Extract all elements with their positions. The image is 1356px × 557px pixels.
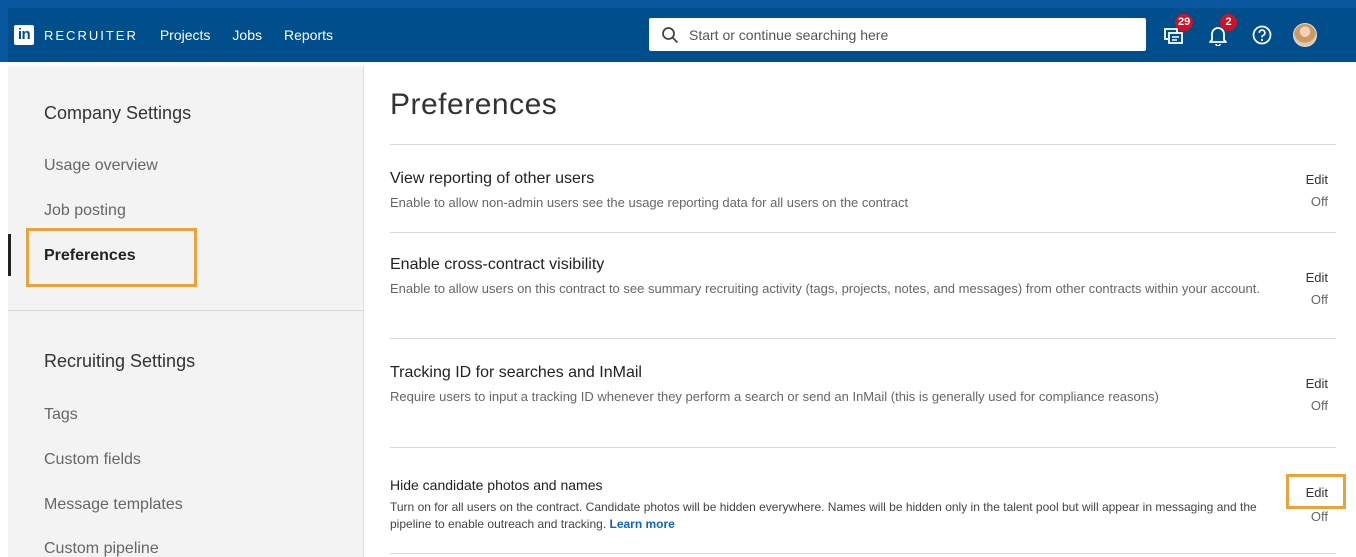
notifications-button[interactable]: 2 [1205,14,1237,48]
help-icon [1252,25,1272,45]
sidebar-item-message-templates[interactable]: Message templates [44,496,183,514]
divider [390,447,1336,448]
nav-jobs[interactable]: Jobs [232,27,262,43]
messages-badge: 29 [1175,14,1194,31]
nav-reports[interactable]: Reports [284,27,333,43]
divider [390,232,1336,233]
preference-title: Tracking ID for searches and InMail [390,364,642,381]
top-icons: 29 2 [1161,8,1317,62]
preference-state: Off [1310,509,1328,524]
brand-name[interactable]: RECRUITER [44,28,138,43]
sidebar-item-custom-fields[interactable]: Custom fields [44,451,141,469]
top-nav: in RECRUITER Projects Jobs Reports 29 [8,8,1356,62]
sidebar-item-usage-overview[interactable]: Usage overview [44,157,158,175]
sidebar-item-custom-pipeline[interactable]: Custom pipeline [44,540,159,557]
preference-title: View reporting of other users [390,170,595,187]
divider [390,144,1336,145]
search-input[interactable] [689,26,1109,43]
preferences-highlight [26,228,197,287]
learn-more-link[interactable]: Learn more [610,517,675,531]
divider [390,553,1336,554]
company-settings-heading: Company Settings [44,103,192,123]
recruiting-settings-heading: Recruiting Settings [44,351,196,371]
notifications-badge: 2 [1220,14,1237,31]
sidebar-divider [8,310,364,311]
search-bar[interactable] [649,18,1146,51]
preference-title: Hide candidate photos and names [390,477,603,493]
preference-description: Turn on for all users on the contract. C… [390,499,1260,533]
messages-button[interactable]: 29 [1161,14,1194,48]
preference-state: Off [1310,398,1328,413]
settings-sidebar: Company Settings Usage overview Job post… [8,66,364,557]
preference-title: Enable cross-contract visibility [390,256,605,273]
description-text: Turn on for all users on the contract. C… [390,500,1257,531]
nav-projects[interactable]: Projects [160,27,211,43]
preference-row-hide-candidate: Hide candidate photos and names Turn on … [390,477,1336,533]
edit-highlight [1286,474,1346,509]
edit-button[interactable]: Edit [1306,172,1328,187]
preference-description: Enable to allow users on this contract t… [390,281,1260,296]
linkedin-logo[interactable]: in [14,25,34,45]
active-indicator [8,234,11,276]
top-bar: in RECRUITER Projects Jobs Reports 29 [0,0,1356,66]
preference-row-cross-contract: Enable cross-contract visibility Enable … [390,256,1336,307]
preferences-panel: Preferences View reporting of other user… [364,66,1356,557]
edit-button[interactable]: Edit [1306,270,1328,285]
edit-button[interactable]: Edit [1306,376,1328,391]
preference-description: Enable to allow non-admin users see the … [390,195,909,210]
preference-state: Off [1310,292,1328,307]
divider [390,338,1336,339]
sidebar-item-job-posting[interactable]: Job posting [44,202,126,220]
preference-row-tracking-id: Tracking ID for searches and InMail Requ… [390,364,1336,413]
search-icon [662,26,679,43]
avatar[interactable] [1293,23,1317,47]
preference-description: Require users to input a tracking ID whe… [390,389,1159,404]
page-title: Preferences [390,88,558,121]
sidebar-item-tags[interactable]: Tags [44,406,78,424]
preference-state: Off [1310,194,1328,209]
preference-row-view-reporting: View reporting of other users Enable to … [390,170,1336,212]
help-button[interactable] [1249,22,1275,48]
